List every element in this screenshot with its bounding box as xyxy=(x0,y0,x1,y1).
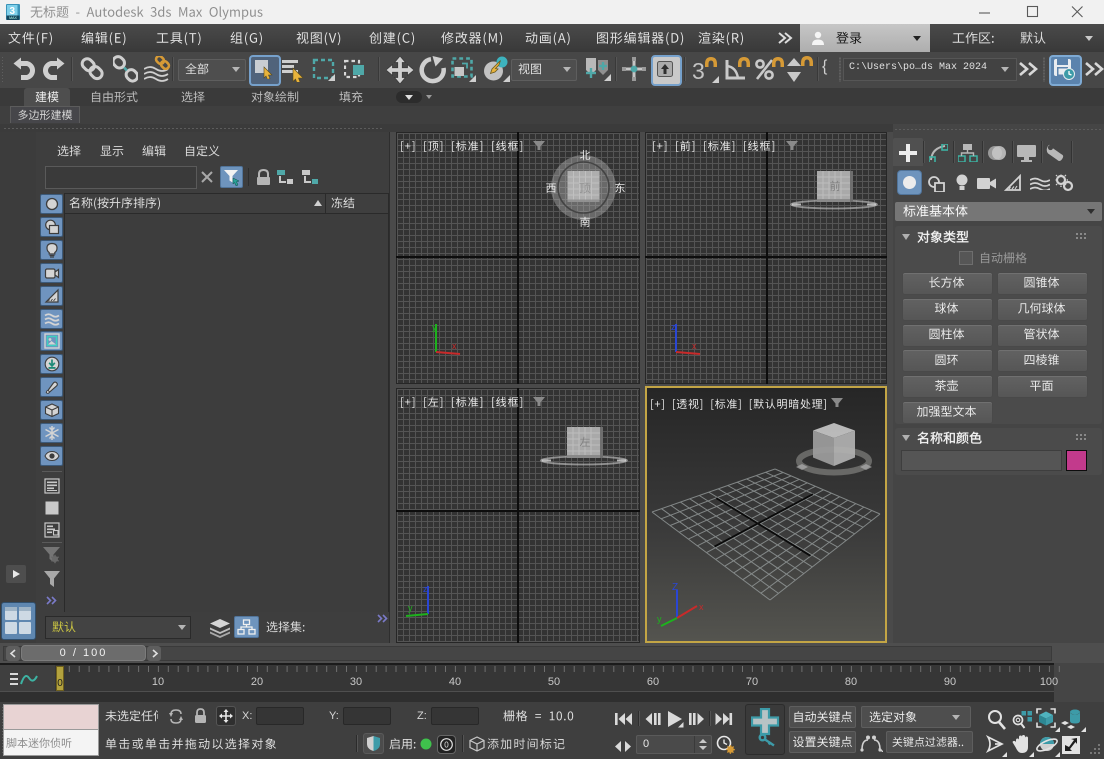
svg-text:x: x xyxy=(452,341,457,351)
svg-text:z: z xyxy=(423,584,428,594)
svg-text:3: 3 xyxy=(10,6,16,17)
svg-text:z: z xyxy=(671,322,676,332)
svg-text:y: y xyxy=(408,603,413,613)
svg-text:3: 3 xyxy=(692,58,705,84)
svg-text:y: y xyxy=(432,322,437,332)
svg-text:0: 0 xyxy=(444,741,449,750)
svg-text:MAX: MAX xyxy=(9,16,17,20)
svg-text:x: x xyxy=(699,602,704,612)
svg-text:Z: Z xyxy=(672,582,678,593)
svg-text:x: x xyxy=(692,341,697,351)
svg-text:y: y xyxy=(657,614,662,624)
